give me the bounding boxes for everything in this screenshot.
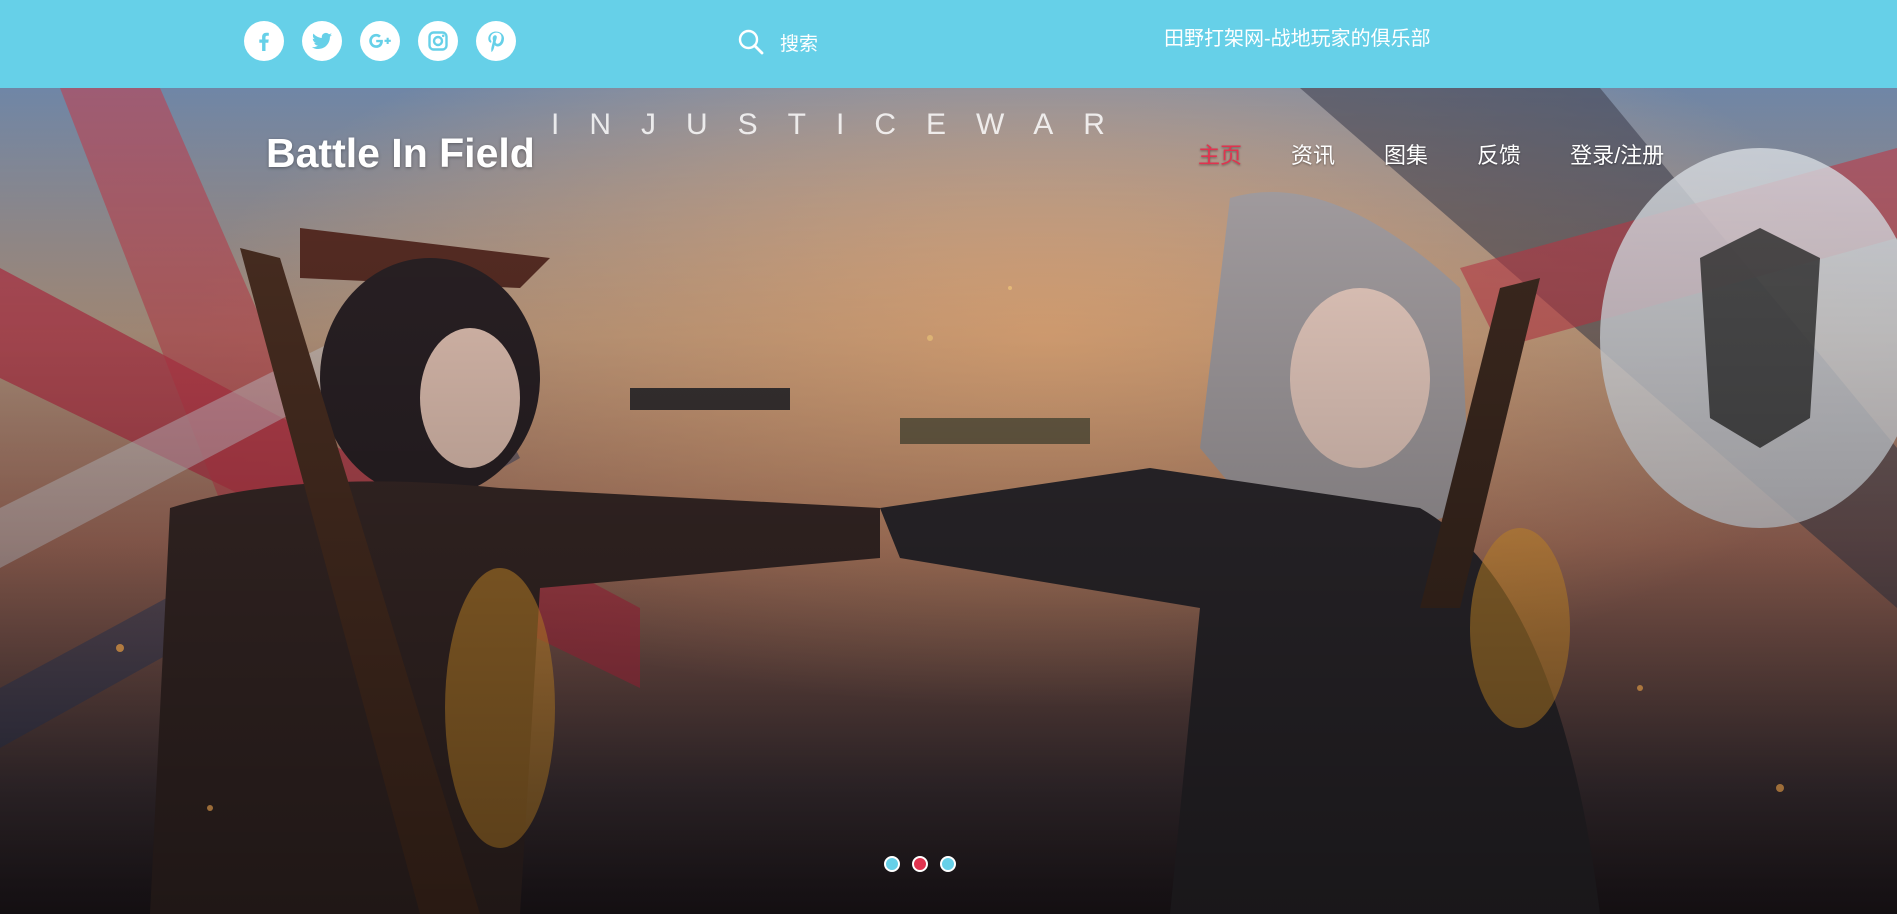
search-label: 搜索 xyxy=(780,33,819,55)
google-plus-button[interactable] xyxy=(360,21,400,61)
hero-illustration xyxy=(0,88,1897,914)
pinterest-icon xyxy=(488,31,504,53)
carousel-dot-2[interactable] xyxy=(912,856,928,872)
top-bar: 搜索 田野打架网-战地玩家的俱乐部 xyxy=(0,0,1897,88)
hero-banner: Battle In Field INJUSTICEWAR 主页 资讯 图集 反馈… xyxy=(0,88,1897,914)
main-nav: 主页 资讯 图集 反馈 登录/注册 xyxy=(1198,138,1664,170)
instagram-button[interactable] xyxy=(418,21,458,61)
twitter-button[interactable] xyxy=(302,21,342,61)
banner-title: INJUSTICEWAR xyxy=(551,108,1135,141)
social-links xyxy=(244,21,516,63)
carousel-dot-1[interactable] xyxy=(884,856,900,872)
site-tagline: 田野打架网-战地玩家的俱乐部 xyxy=(1164,28,1431,50)
carousel-dot-3[interactable] xyxy=(940,856,956,872)
nav-item-feedback[interactable]: 反馈 xyxy=(1477,138,1521,170)
nav-item-login-register[interactable]: 登录/注册 xyxy=(1570,138,1664,170)
nav-item-home[interactable]: 主页 xyxy=(1198,138,1242,170)
twitter-icon xyxy=(311,32,332,49)
pinterest-button[interactable] xyxy=(476,21,516,61)
nav-item-news[interactable]: 资讯 xyxy=(1291,138,1335,170)
nav-item-gallery[interactable]: 图集 xyxy=(1384,138,1428,170)
site-logo[interactable]: Battle In Field xyxy=(266,130,535,177)
carousel-indicators xyxy=(884,856,956,872)
facebook-button[interactable] xyxy=(244,21,284,61)
instagram-icon xyxy=(428,31,448,51)
search-icon xyxy=(738,29,764,55)
search[interactable]: 搜索 xyxy=(736,24,818,60)
google-plus-icon xyxy=(369,33,391,48)
facebook-icon xyxy=(259,32,269,51)
